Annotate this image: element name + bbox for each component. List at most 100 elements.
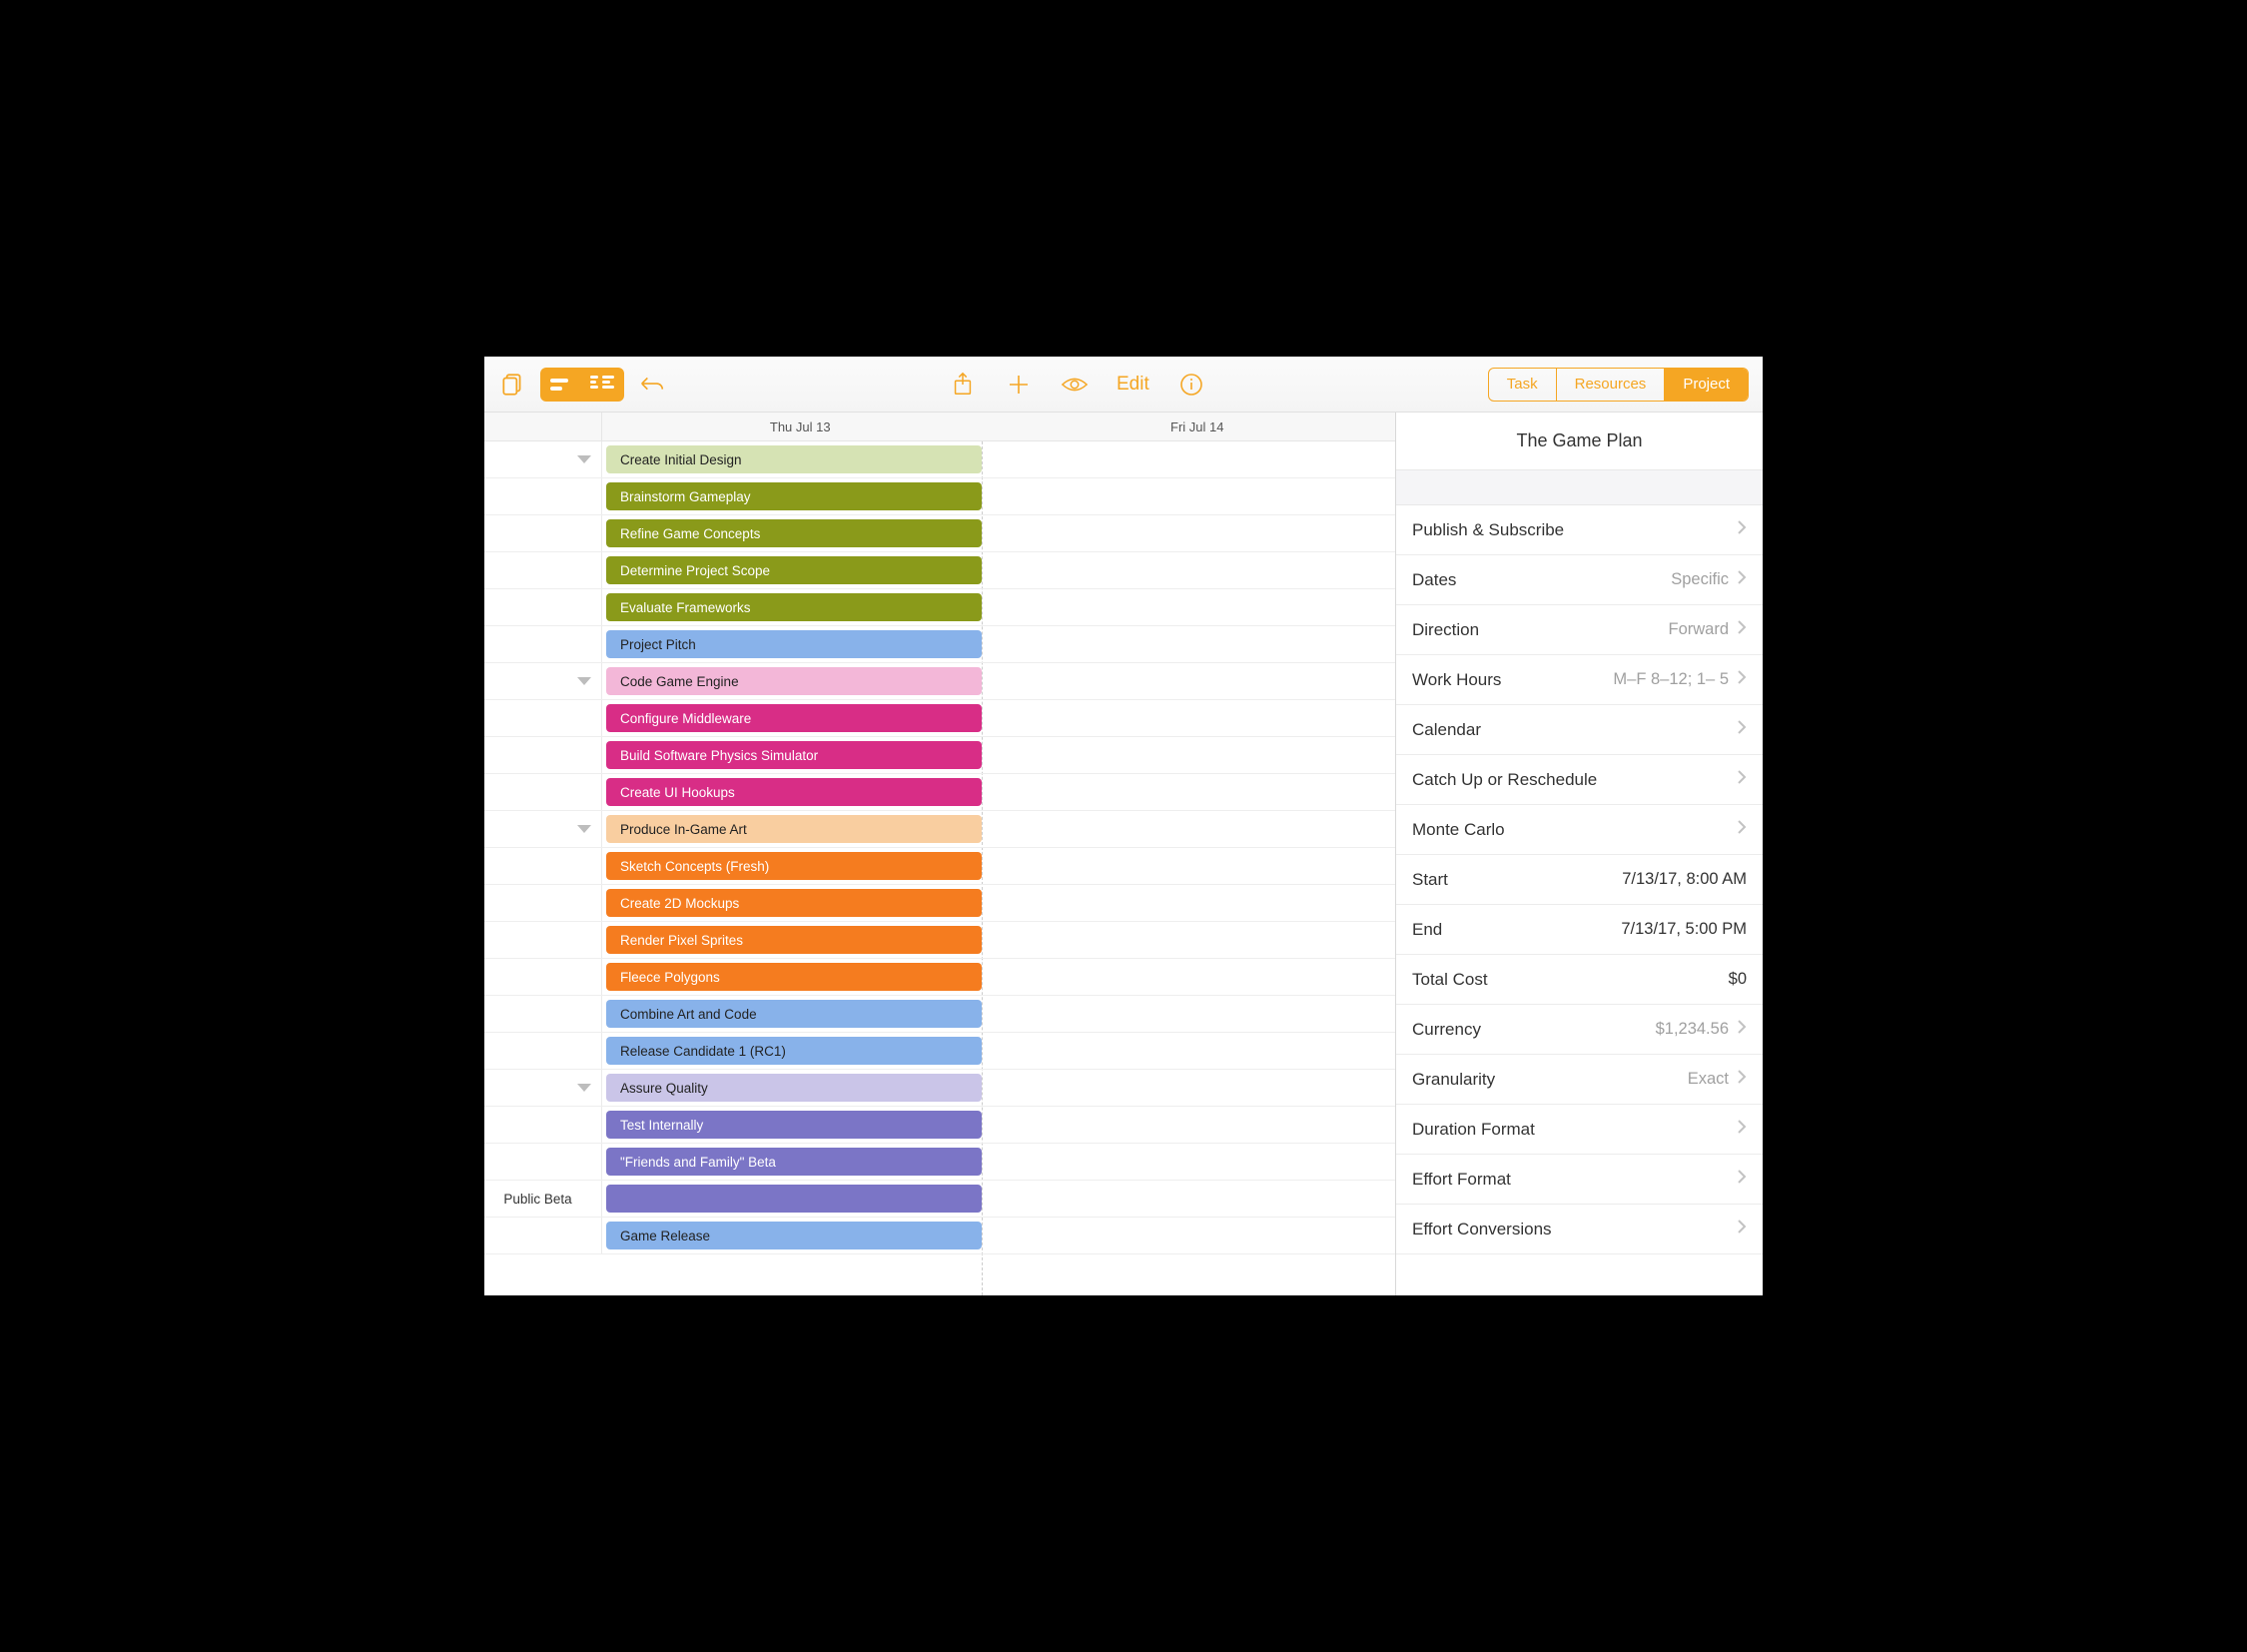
gantt-row[interactable]: Fleece Polygons — [484, 959, 1395, 996]
task-bar[interactable]: Build Software Physics Simulator — [606, 741, 982, 769]
inspector-item[interactable]: Effort Conversions — [1396, 1205, 1763, 1254]
gantt-header: Thu Jul 13 Fri Jul 14 — [484, 413, 1395, 441]
tab-task[interactable]: Task — [1489, 369, 1557, 401]
task-bar[interactable]: Refine Game Concepts — [606, 519, 982, 547]
gantt-row[interactable]: Brainstorm Gameplay — [484, 478, 1395, 515]
inspector-tabs[interactable]: Task Resources Project — [1488, 368, 1749, 402]
info-icon[interactable] — [1177, 371, 1205, 399]
gantt-row[interactable]: Evaluate Frameworks — [484, 589, 1395, 626]
inspector-item[interactable]: Calendar — [1396, 705, 1763, 755]
chevron-right-icon — [1737, 1219, 1747, 1239]
chevron-right-icon — [1737, 519, 1747, 540]
chevron-right-icon — [1737, 1019, 1747, 1040]
gantt-row[interactable]: Configure Middleware — [484, 700, 1395, 737]
view-mode-segment[interactable] — [540, 368, 624, 402]
gantt-row[interactable]: Create Initial Design — [484, 441, 1395, 478]
inspector-item[interactable]: Monte Carlo — [1396, 805, 1763, 855]
inspector-item[interactable]: Work HoursM–F 8–12; 1– 5 — [1396, 655, 1763, 705]
inspector-item[interactable]: End7/13/17, 5:00 PM — [1396, 905, 1763, 955]
inspector-item-label: Effort Format — [1412, 1170, 1511, 1190]
inspector-item[interactable]: Publish & Subscribe — [1396, 505, 1763, 555]
gantt-row[interactable]: Refine Game Concepts — [484, 515, 1395, 552]
task-bar[interactable]: Sketch Concepts (Fresh) — [606, 852, 982, 880]
inspector-item[interactable]: Start7/13/17, 8:00 AM — [1396, 855, 1763, 905]
gantt-row[interactable]: Assure Quality — [484, 1070, 1395, 1107]
task-bar[interactable]: Produce In-Game Art — [606, 815, 982, 843]
outline-cell — [484, 700, 602, 736]
inspector-item-value: $1,234.56 — [1656, 1020, 1729, 1039]
gantt-row[interactable]: Code Game Engine — [484, 663, 1395, 700]
task-bar[interactable]: Render Pixel Sprites — [606, 926, 982, 954]
task-bar[interactable]: Assure Quality — [606, 1074, 982, 1102]
gantt-row[interactable]: Sketch Concepts (Fresh) — [484, 848, 1395, 885]
inspector-item[interactable]: GranularityExact — [1396, 1055, 1763, 1105]
chevron-right-icon — [1737, 669, 1747, 690]
gantt-row[interactable]: Create UI Hookups — [484, 774, 1395, 811]
gantt-row[interactable]: Build Software Physics Simulator — [484, 737, 1395, 774]
eye-icon[interactable] — [1061, 371, 1089, 399]
outline-column-header — [484, 413, 602, 440]
task-bar[interactable]: Create UI Hookups — [606, 778, 982, 806]
disclosure-triangle-icon[interactable] — [577, 1084, 591, 1092]
chevron-right-icon — [1737, 619, 1747, 640]
inspector-item[interactable]: Effort Format — [1396, 1155, 1763, 1205]
gantt-row[interactable]: Determine Project Scope — [484, 552, 1395, 589]
documents-icon[interactable] — [498, 371, 526, 399]
task-bar[interactable]: Project Pitch — [606, 630, 982, 658]
inspector-item[interactable]: DatesSpecific — [1396, 555, 1763, 605]
task-bar[interactable]: Create Initial Design — [606, 445, 982, 473]
edit-button[interactable]: Edit — [1117, 374, 1149, 396]
gantt-row[interactable]: Project Pitch — [484, 626, 1395, 663]
inspector-item[interactable]: Duration Format — [1396, 1105, 1763, 1155]
outline-cell — [484, 996, 602, 1032]
outline-cell — [484, 589, 602, 625]
inspector-item[interactable]: Catch Up or Reschedule — [1396, 755, 1763, 805]
task-bar[interactable] — [606, 1185, 982, 1213]
task-bar[interactable]: Combine Art and Code — [606, 1000, 982, 1028]
task-bar[interactable]: Determine Project Scope — [606, 556, 982, 584]
inspector-item-label: Catch Up or Reschedule — [1412, 770, 1597, 790]
task-bar[interactable]: Code Game Engine — [606, 667, 982, 695]
app-window: Edit Task Resources Project Thu Jul 13 F… — [484, 357, 1763, 1295]
gantt-row[interactable]: Public Beta — [484, 1181, 1395, 1218]
task-bar[interactable]: Fleece Polygons — [606, 963, 982, 991]
inspector-item[interactable]: Total Cost$0 — [1396, 955, 1763, 1005]
gantt-body[interactable]: Create Initial Design Brainstorm Gameplay… — [484, 441, 1395, 1295]
task-bar[interactable]: Test Internally — [606, 1111, 982, 1139]
task-bar[interactable]: "Friends and Family" Beta — [606, 1148, 982, 1176]
view-mode-gantt-icon[interactable] — [582, 368, 624, 402]
inspector-item-value: Forward — [1668, 620, 1729, 639]
gantt-row[interactable]: Create 2D Mockups — [484, 885, 1395, 922]
gantt-row[interactable]: Game Release — [484, 1218, 1395, 1254]
chevron-right-icon — [1737, 769, 1747, 790]
task-bar[interactable]: Release Candidate 1 (RC1) — [606, 1037, 982, 1065]
task-bar[interactable]: Configure Middleware — [606, 704, 982, 732]
disclosure-triangle-icon[interactable] — [577, 825, 591, 833]
share-icon[interactable] — [949, 371, 977, 399]
view-mode-list-icon[interactable] — [540, 368, 582, 402]
chevron-right-icon — [1737, 819, 1747, 840]
inspector-item-label: Granularity — [1412, 1070, 1495, 1090]
inspector-item[interactable]: DirectionForward — [1396, 605, 1763, 655]
inspector-item-label: Start — [1412, 870, 1448, 890]
add-icon[interactable] — [1005, 371, 1033, 399]
tab-project[interactable]: Project — [1665, 369, 1748, 401]
gantt-row[interactable]: Release Candidate 1 (RC1) — [484, 1033, 1395, 1070]
task-bar[interactable]: Evaluate Frameworks — [606, 593, 982, 621]
gantt-row[interactable]: Produce In-Game Art — [484, 811, 1395, 848]
outline-cell — [484, 663, 602, 699]
inspector-item[interactable]: Currency$1,234.56 — [1396, 1005, 1763, 1055]
disclosure-triangle-icon[interactable] — [577, 677, 591, 685]
gantt-row[interactable]: Combine Art and Code — [484, 996, 1395, 1033]
undo-icon[interactable] — [638, 371, 666, 399]
disclosure-triangle-icon[interactable] — [577, 455, 591, 463]
task-bar[interactable]: Create 2D Mockups — [606, 889, 982, 917]
tab-resources[interactable]: Resources — [1557, 369, 1666, 401]
task-bar[interactable]: Brainstorm Gameplay — [606, 482, 982, 510]
gantt-row[interactable]: Render Pixel Sprites — [484, 922, 1395, 959]
task-bar[interactable]: Game Release — [606, 1222, 982, 1249]
gantt-row[interactable]: "Friends and Family" Beta — [484, 1144, 1395, 1181]
day-header-1: Fri Jul 14 — [1000, 413, 1396, 440]
inspector-gap — [1396, 469, 1763, 505]
gantt-row[interactable]: Test Internally — [484, 1107, 1395, 1144]
